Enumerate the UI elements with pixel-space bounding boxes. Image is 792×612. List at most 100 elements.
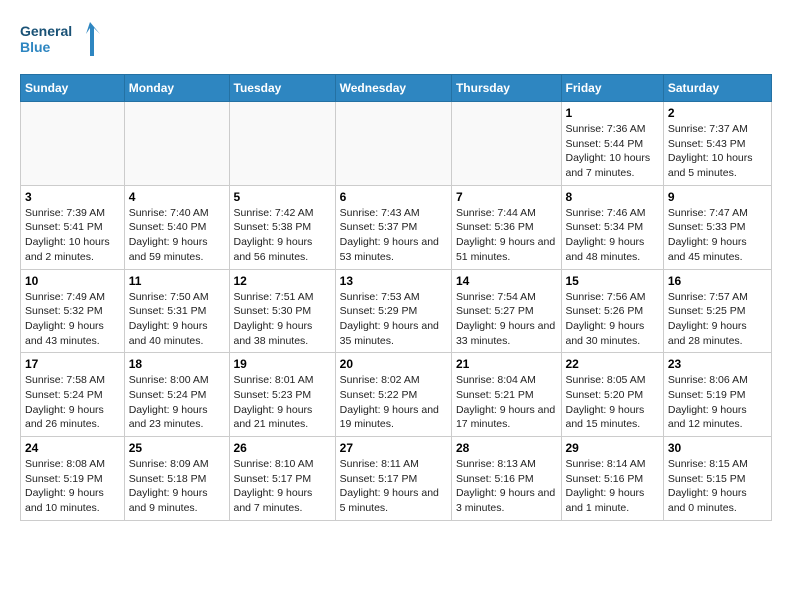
calendar-cell: 1 Sunrise: 7:36 AMSunset: 5:44 PMDaylight… xyxy=(561,102,663,186)
calendar-cell: 21 Sunrise: 8:04 AMSunset: 5:21 PMDayligh… xyxy=(451,353,561,437)
day-number: 28 xyxy=(456,441,557,455)
day-info: Sunrise: 8:05 AMSunset: 5:20 PMDaylight:… xyxy=(566,373,659,432)
calendar-cell: 16 Sunrise: 7:57 AMSunset: 5:25 PMDayligh… xyxy=(663,269,771,353)
day-info: Sunrise: 7:46 AMSunset: 5:34 PMDaylight:… xyxy=(566,206,659,265)
day-header-tuesday: Tuesday xyxy=(229,75,335,102)
day-number: 26 xyxy=(234,441,331,455)
calendar-cell: 11Sunrise: 7:50 AMSunset: 5:31 PMDayligh… xyxy=(124,269,229,353)
day-number: 21 xyxy=(456,357,557,371)
calendar-cell: 26 Sunrise: 8:10 AMSunset: 5:17 PMDayligh… xyxy=(229,437,335,521)
day-info: Sunrise: 8:13 AMSunset: 5:16 PMDaylight:… xyxy=(456,457,557,516)
day-info: Sunrise: 8:04 AMSunset: 5:21 PMDaylight:… xyxy=(456,373,557,432)
calendar-cell: 7 Sunrise: 7:44 AMSunset: 5:36 PMDaylight… xyxy=(451,185,561,269)
day-number: 15 xyxy=(566,274,659,288)
day-info: Sunrise: 8:09 AMSunset: 5:18 PMDaylight:… xyxy=(129,457,225,516)
day-number: 24 xyxy=(25,441,120,455)
logo: General Blue xyxy=(20,20,100,62)
day-number: 7 xyxy=(456,190,557,204)
calendar-cell: 6 Sunrise: 7:43 AMSunset: 5:37 PMDaylight… xyxy=(335,185,451,269)
day-info: Sunrise: 8:08 AMSunset: 5:19 PMDaylight:… xyxy=(25,457,120,516)
day-number: 16 xyxy=(668,274,767,288)
day-info: Sunrise: 7:56 AMSunset: 5:26 PMDaylight:… xyxy=(566,290,659,349)
calendar-cell xyxy=(21,102,125,186)
calendar-cell xyxy=(451,102,561,186)
calendar-cell: 13 Sunrise: 7:53 AMSunset: 5:29 PMDayligh… xyxy=(335,269,451,353)
day-number: 25 xyxy=(129,441,225,455)
day-info: Sunrise: 7:43 AMSunset: 5:37 PMDaylight:… xyxy=(340,206,447,265)
day-info: Sunrise: 7:47 AMSunset: 5:33 PMDaylight:… xyxy=(668,206,767,265)
day-number: 8 xyxy=(566,190,659,204)
day-info: Sunrise: 7:57 AMSunset: 5:25 PMDaylight:… xyxy=(668,290,767,349)
day-header-friday: Friday xyxy=(561,75,663,102)
day-info: Sunrise: 8:02 AMSunset: 5:22 PMDaylight:… xyxy=(340,373,447,432)
calendar-cell: 10 Sunrise: 7:49 AMSunset: 5:32 PMDayligh… xyxy=(21,269,125,353)
day-number: 29 xyxy=(566,441,659,455)
day-info: Sunrise: 7:37 AMSunset: 5:43 PMDaylight:… xyxy=(668,122,767,181)
calendar-cell: 29 Sunrise: 8:14 AMSunset: 5:16 PMDayligh… xyxy=(561,437,663,521)
day-info: Sunrise: 8:15 AMSunset: 5:15 PMDaylight:… xyxy=(668,457,767,516)
day-info: Sunrise: 8:14 AMSunset: 5:16 PMDaylight:… xyxy=(566,457,659,516)
day-info: Sunrise: 7:50 AMSunset: 5:31 PMDaylight:… xyxy=(129,290,225,349)
day-header-saturday: Saturday xyxy=(663,75,771,102)
day-number: 6 xyxy=(340,190,447,204)
day-info: Sunrise: 8:01 AMSunset: 5:23 PMDaylight:… xyxy=(234,373,331,432)
calendar-cell: 24 Sunrise: 8:08 AMSunset: 5:19 PMDayligh… xyxy=(21,437,125,521)
day-number: 3 xyxy=(25,190,120,204)
day-header-thursday: Thursday xyxy=(451,75,561,102)
day-info: Sunrise: 7:39 AMSunset: 5:41 PMDaylight:… xyxy=(25,206,120,265)
calendar-cell: 3 Sunrise: 7:39 AMSunset: 5:41 PMDaylight… xyxy=(21,185,125,269)
calendar-cell xyxy=(124,102,229,186)
day-header-sunday: Sunday xyxy=(21,75,125,102)
calendar-cell: 14 Sunrise: 7:54 AMSunset: 5:27 PMDayligh… xyxy=(451,269,561,353)
day-info: Sunrise: 7:54 AMSunset: 5:27 PMDaylight:… xyxy=(456,290,557,349)
day-header-monday: Monday xyxy=(124,75,229,102)
day-number: 18 xyxy=(129,357,225,371)
day-number: 1 xyxy=(566,106,659,120)
day-info: Sunrise: 7:36 AMSunset: 5:44 PMDaylight:… xyxy=(566,122,659,181)
day-info: Sunrise: 7:53 AMSunset: 5:29 PMDaylight:… xyxy=(340,290,447,349)
day-number: 2 xyxy=(668,106,767,120)
calendar-cell: 23 Sunrise: 8:06 AMSunset: 5:19 PMDayligh… xyxy=(663,353,771,437)
day-number: 27 xyxy=(340,441,447,455)
day-info: Sunrise: 7:51 AMSunset: 5:30 PMDaylight:… xyxy=(234,290,331,349)
day-number: 13 xyxy=(340,274,447,288)
day-info: Sunrise: 7:44 AMSunset: 5:36 PMDaylight:… xyxy=(456,206,557,265)
svg-text:Blue: Blue xyxy=(20,39,51,55)
day-number: 10 xyxy=(25,274,120,288)
logo-svg: General Blue xyxy=(20,20,100,62)
calendar-cell: 9 Sunrise: 7:47 AMSunset: 5:33 PMDaylight… xyxy=(663,185,771,269)
day-number: 9 xyxy=(668,190,767,204)
day-info: Sunrise: 8:10 AMSunset: 5:17 PMDaylight:… xyxy=(234,457,331,516)
day-number: 19 xyxy=(234,357,331,371)
day-info: Sunrise: 8:06 AMSunset: 5:19 PMDaylight:… xyxy=(668,373,767,432)
calendar-cell xyxy=(229,102,335,186)
day-info: Sunrise: 8:00 AMSunset: 5:24 PMDaylight:… xyxy=(129,373,225,432)
svg-text:General: General xyxy=(20,23,72,39)
day-number: 30 xyxy=(668,441,767,455)
day-number: 20 xyxy=(340,357,447,371)
calendar-table: SundayMondayTuesdayWednesdayThursdayFrid… xyxy=(20,74,772,521)
day-number: 5 xyxy=(234,190,331,204)
day-number: 12 xyxy=(234,274,331,288)
calendar-cell: 4 Sunrise: 7:40 AMSunset: 5:40 PMDaylight… xyxy=(124,185,229,269)
day-info: Sunrise: 7:40 AMSunset: 5:40 PMDaylight:… xyxy=(129,206,225,265)
day-number: 4 xyxy=(129,190,225,204)
day-number: 23 xyxy=(668,357,767,371)
day-number: 14 xyxy=(456,274,557,288)
calendar-cell: 12 Sunrise: 7:51 AMSunset: 5:30 PMDayligh… xyxy=(229,269,335,353)
day-info: Sunrise: 7:42 AMSunset: 5:38 PMDaylight:… xyxy=(234,206,331,265)
calendar-cell: 22 Sunrise: 8:05 AMSunset: 5:20 PMDayligh… xyxy=(561,353,663,437)
day-info: Sunrise: 7:49 AMSunset: 5:32 PMDaylight:… xyxy=(25,290,120,349)
calendar-cell: 20 Sunrise: 8:02 AMSunset: 5:22 PMDayligh… xyxy=(335,353,451,437)
day-number: 17 xyxy=(25,357,120,371)
calendar-cell: 5 Sunrise: 7:42 AMSunset: 5:38 PMDaylight… xyxy=(229,185,335,269)
calendar-cell: 8 Sunrise: 7:46 AMSunset: 5:34 PMDaylight… xyxy=(561,185,663,269)
day-info: Sunrise: 7:58 AMSunset: 5:24 PMDaylight:… xyxy=(25,373,120,432)
calendar-cell: 25 Sunrise: 8:09 AMSunset: 5:18 PMDayligh… xyxy=(124,437,229,521)
calendar-cell: 27 Sunrise: 8:11 AMSunset: 5:17 PMDayligh… xyxy=(335,437,451,521)
day-number: 22 xyxy=(566,357,659,371)
day-info: Sunrise: 8:11 AMSunset: 5:17 PMDaylight:… xyxy=(340,457,447,516)
calendar-cell: 19 Sunrise: 8:01 AMSunset: 5:23 PMDayligh… xyxy=(229,353,335,437)
calendar-cell: 28 Sunrise: 8:13 AMSunset: 5:16 PMDayligh… xyxy=(451,437,561,521)
calendar-cell: 18 Sunrise: 8:00 AMSunset: 5:24 PMDayligh… xyxy=(124,353,229,437)
